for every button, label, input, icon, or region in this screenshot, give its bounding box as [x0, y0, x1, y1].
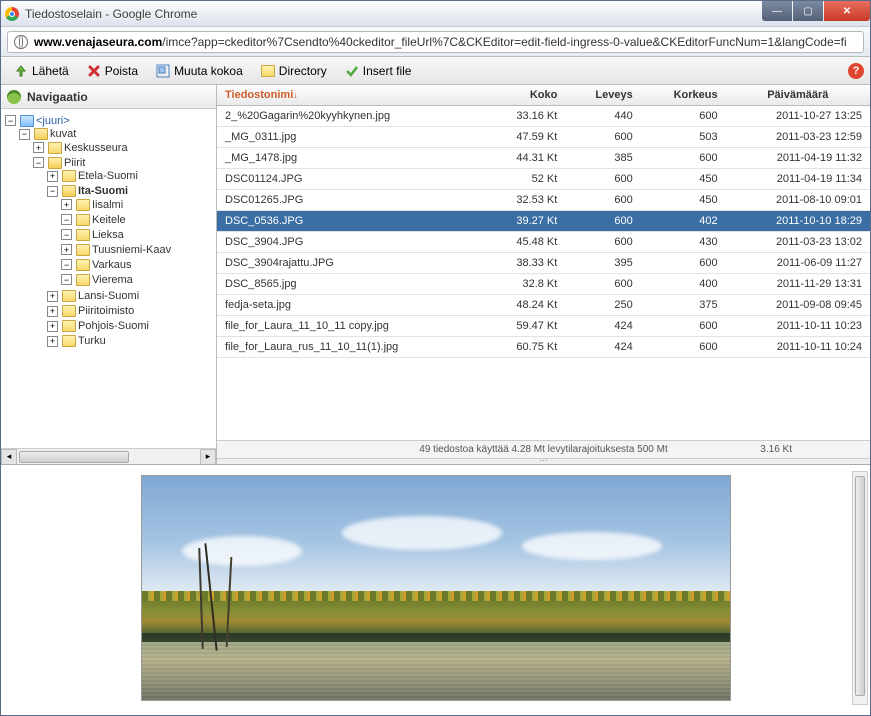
- table-row[interactable]: file_for_Laura_11_10_11 copy.jpg59.47 Kt…: [217, 316, 870, 337]
- tree-item-lansi-suomi[interactable]: +Lansi-Suomi: [47, 290, 216, 302]
- folder-icon: [76, 229, 90, 241]
- folder-icon: [62, 290, 76, 302]
- folder-icon: [76, 199, 90, 211]
- table-row[interactable]: fedja-seta.jpg48.24 Kt2503752011-09-08 0…: [217, 295, 870, 316]
- titlebar: Tiedostoselain - Google Chrome — ▢ ✕: [1, 1, 870, 27]
- tree-item-etela-suomi[interactable]: +Etela-Suomi: [47, 170, 216, 182]
- quota-status: 49 tiedostoa käyttää 4.28 Mt levytilaraj…: [217, 440, 870, 458]
- tree-item-varkaus[interactable]: −Varkaus: [61, 259, 216, 271]
- table-row[interactable]: DSC_0536.JPG39.27 Kt6004022011-10-10 18:…: [217, 211, 870, 232]
- tree-item-pohjois-suomi[interactable]: +Pohjois-Suomi: [47, 320, 216, 332]
- folder-icon: [261, 64, 275, 78]
- maximize-button[interactable]: ▢: [793, 1, 823, 21]
- addressbar: www.venajaseura.com/imce?app=ckeditor%7C…: [1, 27, 870, 57]
- file-table[interactable]: Tiedostonimi↓ Koko Leveys Korkeus Päiväm…: [217, 85, 870, 358]
- tree-item-piiritoimisto[interactable]: +Piiritoimisto: [47, 305, 216, 317]
- minimize-button[interactable]: —: [762, 1, 792, 21]
- table-row[interactable]: 2_%20Gagarin%20kyyhkynen.jpg33.16 Kt4406…: [217, 106, 870, 127]
- navigation-panel: Navigaatio −<juuri> −kuvat +Keskusseura …: [1, 85, 217, 464]
- tree-item-keitele[interactable]: −Keitele: [61, 214, 216, 226]
- table-row[interactable]: _MG_0311.jpg47.59 Kt6005032011-03-23 12:…: [217, 127, 870, 148]
- tree-item-tuusniemi[interactable]: +Tuusniemi-Kaav: [61, 244, 216, 256]
- table-row[interactable]: DSC_3904rajattu.JPG38.33 Kt3956002011-06…: [217, 253, 870, 274]
- table-row[interactable]: DSC01124.JPG52 Kt6004502011-04-19 11:34: [217, 169, 870, 190]
- table-row[interactable]: _MG_1478.jpg44.31 Kt3856002011-04-19 11:…: [217, 148, 870, 169]
- folder-icon: [62, 320, 76, 332]
- url-field[interactable]: www.venajaseura.com/imce?app=ckeditor%7C…: [7, 31, 864, 53]
- folder-open-icon: [48, 157, 62, 169]
- table-header-row: Tiedostonimi↓ Koko Leveys Korkeus Päiväm…: [217, 85, 870, 106]
- table-row[interactable]: DSC_8565.jpg32.8 Kt6004002011-11-29 13:3…: [217, 274, 870, 295]
- tree-icon: [7, 90, 21, 104]
- upload-button[interactable]: Lähetä: [7, 61, 76, 81]
- directory-button[interactable]: Directory: [254, 61, 334, 81]
- nav-horizontal-scrollbar[interactable]: ◂▸: [1, 448, 216, 464]
- column-header-name[interactable]: Tiedostonimi↓: [217, 85, 485, 106]
- table-row[interactable]: DSC01265.JPG32.53 Kt6004502011-08-10 09:…: [217, 190, 870, 211]
- tree-item-turku[interactable]: +Turku: [47, 335, 216, 347]
- insert-button[interactable]: Insert file: [338, 61, 419, 81]
- column-header-width[interactable]: Leveys: [565, 85, 640, 106]
- preview-image: [141, 475, 731, 701]
- tree-item-lieksa[interactable]: −Lieksa: [61, 229, 216, 241]
- folder-icon: [62, 170, 76, 182]
- folder-open-icon: [34, 128, 48, 140]
- resize-button[interactable]: Muuta kokoa: [149, 61, 250, 81]
- globe-icon: [14, 35, 28, 49]
- table-row[interactable]: file_for_Laura_rus_11_10_11(1).jpg60.75 …: [217, 337, 870, 358]
- check-icon: [345, 64, 359, 78]
- folder-tree[interactable]: −<juuri> −kuvat +Keskusseura −Piirit +Et…: [1, 109, 216, 448]
- tree-item-keskusseura[interactable]: +Keskusseura: [33, 142, 216, 154]
- help-button[interactable]: ?: [848, 63, 864, 79]
- sort-ascending-icon: ↓: [293, 90, 298, 100]
- tree-item-vierema[interactable]: −Vierema: [61, 274, 216, 286]
- folder-open-icon: [62, 185, 76, 197]
- preview-vertical-scrollbar[interactable]: [852, 471, 868, 705]
- folder-icon: [48, 142, 62, 154]
- tree-item-kuvat[interactable]: −kuvat: [19, 128, 216, 140]
- chrome-icon: [5, 7, 19, 21]
- resize-icon: [156, 64, 170, 78]
- file-list-panel: Tiedostonimi↓ Koko Leveys Korkeus Päiväm…: [217, 85, 870, 464]
- folder-icon: [76, 214, 90, 226]
- tree-item-piirit[interactable]: −Piirit: [33, 157, 216, 169]
- folder-icon: [62, 335, 76, 347]
- folder-icon: [76, 274, 90, 286]
- upload-icon: [14, 64, 28, 78]
- delete-button[interactable]: Poista: [80, 61, 145, 81]
- folder-icon: [62, 305, 76, 317]
- navigation-header: Navigaatio: [1, 85, 216, 109]
- column-header-size[interactable]: Koko: [485, 85, 566, 106]
- window-title: Tiedostoselain - Google Chrome: [25, 7, 197, 21]
- column-header-height[interactable]: Korkeus: [641, 85, 726, 106]
- image-preview: [1, 465, 870, 715]
- column-header-date[interactable]: Päivämäärä: [726, 85, 870, 106]
- folder-icon: [76, 244, 90, 256]
- tree-item-ita-suomi[interactable]: −Ita-Suomi: [47, 185, 216, 197]
- delete-icon: [87, 64, 101, 78]
- tree-item-root[interactable]: −<juuri>: [5, 115, 216, 127]
- folder-icon: [76, 259, 90, 271]
- toolbar: Lähetä Poista Muuta kokoa Directory Inse…: [1, 57, 870, 85]
- table-row[interactable]: DSC_3904.JPG45.48 Kt6004302011-03-23 13:…: [217, 232, 870, 253]
- tree-item-iisalmi[interactable]: +Iisalmi: [61, 199, 216, 211]
- close-button[interactable]: ✕: [824, 1, 870, 21]
- folder-icon: [20, 115, 34, 127]
- splitter-handle[interactable]: ⋯: [217, 458, 870, 464]
